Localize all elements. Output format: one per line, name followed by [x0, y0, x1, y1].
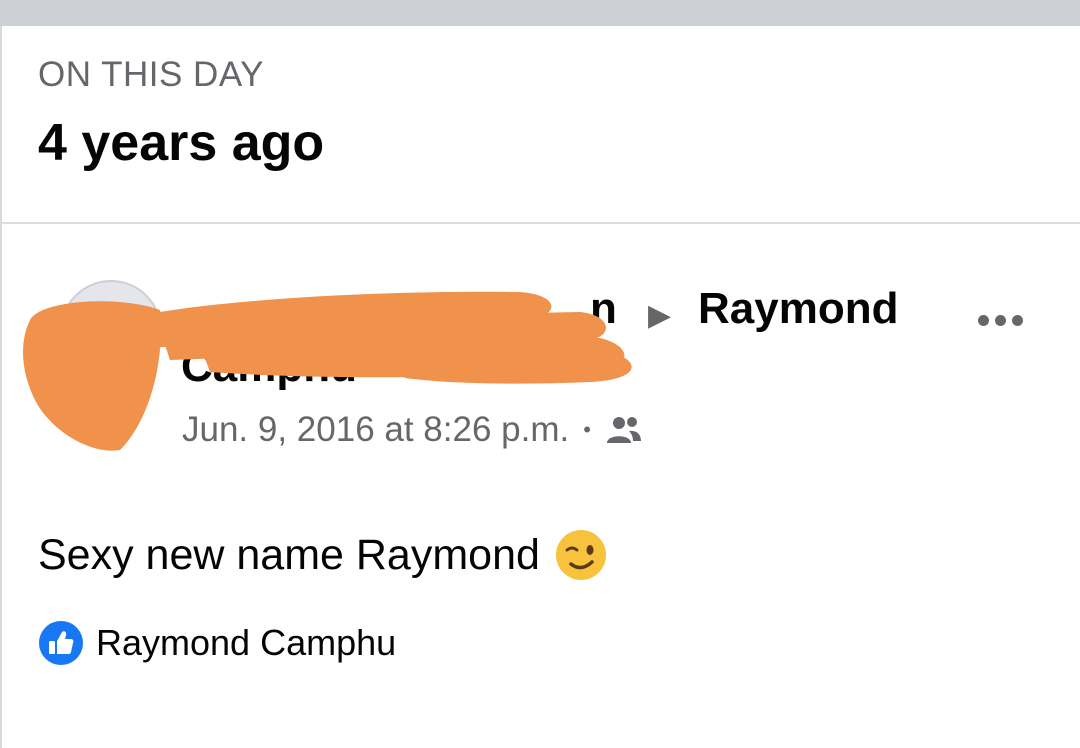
like-icon — [39, 621, 83, 665]
recipient-name-continued[interactable]: Camphu — [181, 342, 357, 392]
meta-separator: • — [583, 417, 591, 442]
more-options-button[interactable] — [968, 300, 1032, 340]
author-name-fragment[interactable]: n — [590, 284, 617, 334]
section-title: 4 years ago — [38, 114, 325, 172]
reaction-names[interactable]: Raymond Camphu — [96, 622, 396, 664]
post-timestamp[interactable]: Jun. 9, 2016 at 8:26 p.m. — [182, 410, 569, 450]
more-dot — [1011, 314, 1023, 326]
post-meta: Jun. 9, 2016 at 8:26 p.m. • — [182, 410, 643, 450]
friends-icon[interactable] — [605, 415, 643, 445]
reactions-row[interactable]: Raymond Camphu — [38, 620, 396, 666]
more-dot — [977, 314, 989, 326]
top-bar — [0, 0, 1080, 26]
avatar[interactable] — [60, 280, 162, 382]
post-message: Sexy new name Raymond — [38, 530, 540, 579]
section-label: ON THIS DAY — [38, 55, 264, 94]
arrow-icon: ▶ — [648, 299, 672, 332]
divider — [0, 222, 1080, 224]
recipient-name[interactable]: Raymond — [698, 284, 898, 334]
more-dot — [994, 314, 1006, 326]
winking-face-emoji — [555, 530, 606, 580]
post-text: Sexy new name Raymond — [38, 528, 608, 582]
